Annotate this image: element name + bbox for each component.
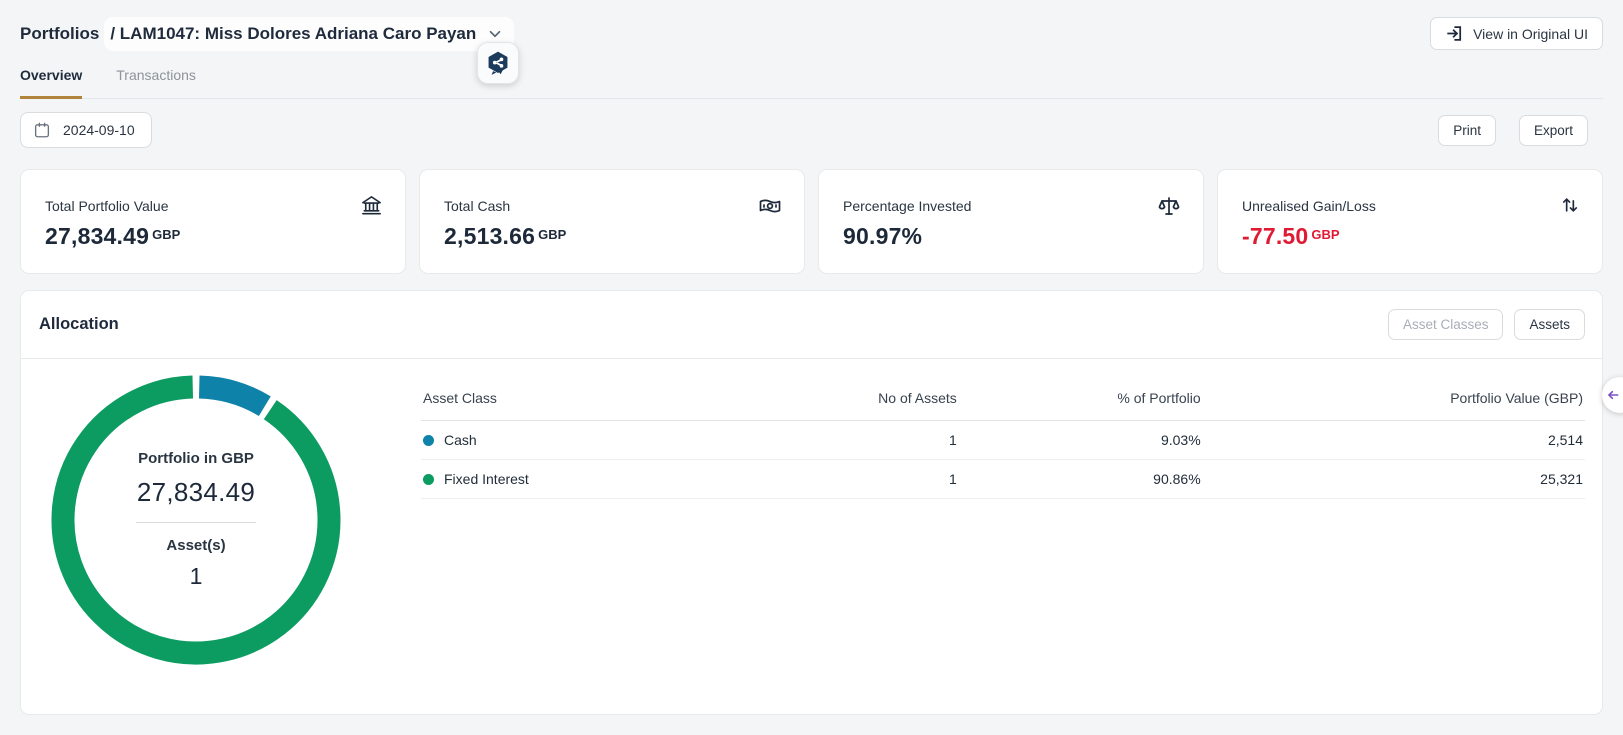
- view-in-original-ui-label: View in Original UI: [1473, 25, 1588, 42]
- allocation-table: Asset Class No of Assets % of Portfolio …: [421, 375, 1585, 665]
- col-asset-class: Asset Class: [421, 375, 728, 421]
- card-unrealised-gain-loss: Unrealised Gain/Loss -77.50 GBP: [1217, 169, 1603, 274]
- card-label: Unrealised Gain/Loss: [1242, 198, 1376, 214]
- assistant-overlay-button[interactable]: [477, 42, 519, 84]
- date-value: 2024-09-10: [63, 122, 135, 138]
- tab-transactions[interactable]: Transactions: [116, 59, 196, 99]
- toggle-asset-classes-button[interactable]: Asset Classes: [1387, 309, 1504, 340]
- card-unit: GBP: [538, 227, 567, 242]
- cash-pct: 9.03%: [958, 420, 1203, 460]
- allocation-panel: Allocation Asset Classes Assets Portfoli…: [20, 290, 1603, 715]
- col-portfolio-value: Portfolio Value (GBP): [1202, 375, 1585, 421]
- fixed-interest-legend-dot: [423, 473, 434, 485]
- card-total-portfolio-value: Total Portfolio Value 27,834.49 GBP: [20, 169, 406, 274]
- toggle-assets-button[interactable]: Assets: [1514, 309, 1585, 340]
- donut-center-value: 27,834.49: [136, 477, 256, 507]
- export-button[interactable]: Export: [1518, 114, 1588, 146]
- card-value: 27,834.49: [45, 223, 150, 249]
- card-unit: GBP: [1311, 227, 1340, 242]
- scales-icon: [1157, 194, 1181, 218]
- fixed-interest-value: 25,321: [1202, 459, 1585, 499]
- card-label: Total Cash: [444, 198, 511, 214]
- tab-overview[interactable]: Overview: [20, 59, 83, 99]
- arrow-left-icon: [1605, 387, 1621, 403]
- card-total-cash: Total Cash 2,513.66 GBP: [419, 169, 805, 274]
- table-header-row: Asset Class No of Assets % of Portfolio …: [421, 375, 1585, 421]
- allocation-donut-chart: Portfolio in GBP 27,834.49 Asset(s) 1: [51, 375, 341, 665]
- card-unit: GBP: [152, 227, 181, 242]
- banknote-icon: [758, 194, 782, 218]
- bank-icon: [360, 194, 383, 217]
- date-picker[interactable]: 2024-09-10: [20, 112, 152, 148]
- fixed-interest-pct: 90.86%: [958, 459, 1203, 499]
- donut-assets-label: Asset(s): [166, 537, 226, 554]
- card-percentage-invested: Percentage Invested 90.97%: [818, 169, 1204, 274]
- print-button[interactable]: Print: [1438, 114, 1496, 146]
- stat-cards-row: Total Portfolio Value 27,834.49 GBP Tota…: [20, 169, 1603, 274]
- donut-center-title: Portfolio in GBP: [138, 450, 254, 467]
- donut-center-labels: Portfolio in GBP 27,834.49 Asset(s) 1: [51, 375, 341, 665]
- donut-center-divider: [136, 522, 256, 523]
- allocation-view-toggle: Asset Classes Assets: [1387, 309, 1585, 340]
- chat-share-bubble-icon: [485, 50, 511, 76]
- table-row-fixed-interest[interactable]: Fixed Interest 1 90.86% 25,321: [421, 459, 1585, 499]
- breadcrumb-root: Portfolios: [20, 23, 100, 43]
- breadcrumb: Portfolios / LAM1047: Miss Dolores Adria…: [20, 16, 515, 51]
- donut-assets-count: 1: [189, 563, 203, 589]
- table-row-cash[interactable]: Cash 1 9.03% 2,514: [421, 420, 1585, 460]
- allocation-title: Allocation: [39, 315, 119, 333]
- col-pct-of-portfolio: % of Portfolio: [958, 375, 1203, 421]
- view-in-original-ui-button[interactable]: View in Original UI: [1430, 17, 1603, 50]
- asset-class-name: Cash: [444, 432, 477, 448]
- tab-bar: Overview Transactions: [20, 59, 1603, 99]
- cash-value: 2,514: [1202, 420, 1585, 460]
- card-value: 90.97%: [843, 223, 923, 249]
- col-no-of-assets: No of Assets: [727, 375, 959, 421]
- cash-legend-dot: [423, 434, 434, 446]
- chevron-down-icon: [486, 25, 504, 43]
- card-label: Percentage Invested: [843, 198, 972, 214]
- portfolio-selector[interactable]: / LAM1047: Miss Dolores Adriana Caro Pay…: [104, 16, 515, 51]
- page-header: Portfolios / LAM1047: Miss Dolores Adria…: [20, 0, 1603, 52]
- card-value: -77.50: [1242, 223, 1309, 249]
- toolbar: 2024-09-10 Print Export: [20, 112, 1603, 148]
- asset-class-name: Fixed Interest: [444, 471, 529, 487]
- fixed-interest-no-of-assets: 1: [727, 459, 959, 499]
- arrows-up-down-icon: [1560, 194, 1580, 216]
- cash-no-of-assets: 1: [727, 420, 959, 460]
- exit-to-app-icon: [1445, 24, 1464, 43]
- card-label: Total Portfolio Value: [45, 198, 169, 214]
- card-value: 2,513.66: [444, 223, 536, 249]
- calendar-icon: [33, 121, 51, 139]
- breadcrumb-portfolio: / LAM1047: Miss Dolores Adriana Caro Pay…: [110, 23, 477, 43]
